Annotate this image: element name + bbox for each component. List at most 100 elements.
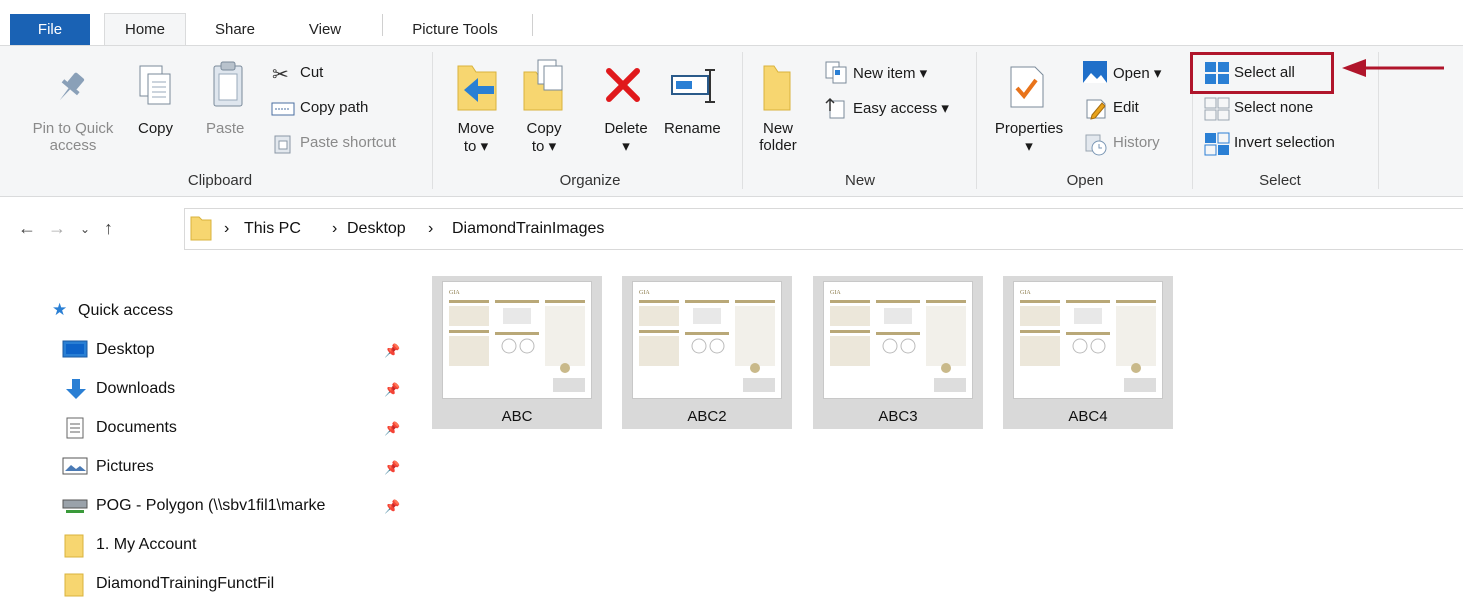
tab-home[interactable]: Home [104,13,186,47]
sidebar-item-pog-polygon[interactable]: POG - Polygon (\\sbv1fil1\marke [96,497,325,515]
folder-icon [64,573,84,597]
sidebar-item-pictures[interactable]: Pictures [96,458,154,476]
breadcrumb-diamondtrainimages[interactable]: DiamondTrainImages [452,220,604,238]
folder-icon [190,216,212,241]
sidebar-item-desktop[interactable]: Desktop [96,341,155,359]
certificate-thumbnail-image: GIA [449,290,585,392]
pin-icon [59,72,85,101]
tab-picture-tools[interactable]: Picture Tools [390,14,520,45]
pin-to-quick-access-button[interactable]: Pin to Quick access [18,120,128,154]
scissors-icon: ✂ [272,64,289,86]
properties-label: Properties [994,120,1064,137]
file-name: ABC [501,408,533,425]
group-label-organize: Organize [559,172,621,189]
history-icon [1085,134,1107,156]
copy-button[interactable]: Copy [138,120,173,137]
properties-arrow: ▾ [1025,138,1033,155]
group-label-open: Open [1066,172,1104,189]
breadcrumb-separator: › [224,220,230,237]
delete-label: Delete [604,120,648,137]
forward-arrow-icon[interactable]: → [48,218,66,239]
breadcrumb-separator: › [428,220,434,237]
new-folder-button[interactable]: New folder [748,120,808,154]
breadcrumb-desktop[interactable]: Desktop [347,220,406,238]
invert-selection-button[interactable]: Invert selection [1234,134,1335,151]
pin-label-line2: access [49,137,97,154]
tab-file[interactable]: File [10,14,90,45]
easy-access-icon [825,97,845,119]
easy-access-button[interactable]: Easy access ▾ [853,99,949,117]
thumb-logo-text: GIA [639,290,650,296]
cut-button[interactable]: Cut [300,64,323,81]
sidebar-item-documents[interactable]: Documents [96,419,177,437]
move-to-label: Move [457,120,495,137]
file-tile[interactable]: GIA ABC [432,276,602,429]
image-thumbnail: GIA [1014,282,1162,398]
copy-to-button[interactable]: Copy to ▾ [514,120,574,155]
file-name: ABC3 [878,408,918,425]
pin-icon: 📌 [384,460,401,475]
paste-icon [213,61,243,107]
quick-access-star-icon: ★ [52,300,68,319]
sidebar-quick-access[interactable]: Quick access [78,302,173,320]
open-button[interactable]: Open ▾ [1113,64,1161,82]
select-all-highlight-box [1190,52,1334,94]
tab-share[interactable]: Share [200,14,270,45]
paste-shortcut-button[interactable]: Paste shortcut [300,134,396,151]
pin-icon: 📌 [384,343,401,358]
network-drive-icon [62,499,88,513]
edit-button[interactable]: Edit [1113,99,1139,116]
group-divider [742,52,743,189]
thumb-logo-text: GIA [830,290,841,296]
rename-icon [671,69,715,103]
sidebar-item-downloads[interactable]: Downloads [96,380,175,398]
certificate-thumbnail-image: GIA [1020,290,1156,392]
ribbon-tab-bar: File Home Share View Picture Tools [0,0,1463,47]
up-arrow-icon[interactable]: ↑ [104,218,113,239]
delete-arrow: ▾ [622,138,630,155]
properties-icon [1010,66,1044,108]
delete-x-icon [606,68,640,102]
copy-path-icon [271,102,295,116]
group-label-clipboard: Clipboard [187,172,253,189]
recent-locations-chevron-icon[interactable]: ⌄ [80,222,90,236]
copy-to-label: Copy [526,120,562,137]
copy-to-arrow: to ▾ [531,138,557,155]
back-arrow-icon[interactable]: ← [18,218,36,239]
breadcrumb-separator: › [332,220,338,237]
copy-path-button[interactable]: Copy path [300,99,368,116]
pin-icon: 📌 [384,421,401,436]
rename-button[interactable]: Rename [664,120,721,137]
tab-divider [532,14,533,36]
file-tile[interactable]: GIA ABC4 [1003,276,1173,429]
tab-view[interactable]: View [290,14,360,45]
move-to-button[interactable]: Move to ▾ [446,120,506,155]
thumb-logo-text: GIA [449,290,460,296]
invert-selection-icon [1204,132,1230,156]
history-button[interactable]: History [1113,134,1160,151]
edit-icon [1086,99,1106,120]
delete-button[interactable]: Delete ▾ [592,120,660,155]
file-name: ABC4 [1068,408,1108,425]
select-none-button[interactable]: Select none [1234,99,1313,116]
properties-button[interactable]: Properties ▾ [986,120,1072,155]
file-tile[interactable]: GIA ABC3 [813,276,983,429]
copy-icon [139,65,171,105]
pin-icon: 📌 [384,499,401,514]
certificate-thumbnail-image: GIA [830,290,966,392]
file-tile[interactable]: GIA ABC2 [622,276,792,429]
breadcrumb-this-pc[interactable]: This PC [244,220,301,238]
new-folder-label-line2: folder [759,137,797,154]
sidebar-item-my-account[interactable]: 1. My Account [96,536,197,554]
pictures-icon [62,457,88,475]
sidebar-item-diamond-training[interactable]: DiamondTrainingFunctFil [96,575,274,593]
paste-button[interactable]: Paste [206,120,244,137]
pin-icon: 📌 [384,382,401,397]
new-item-button[interactable]: New item ▾ [853,64,927,82]
open-image-icon [1083,61,1107,83]
file-name: ABC2 [687,408,727,425]
folder-icon [64,534,84,558]
new-folder-icon [763,65,791,111]
thumb-logo-text: GIA [1020,290,1031,296]
image-thumbnail: GIA [824,282,972,398]
